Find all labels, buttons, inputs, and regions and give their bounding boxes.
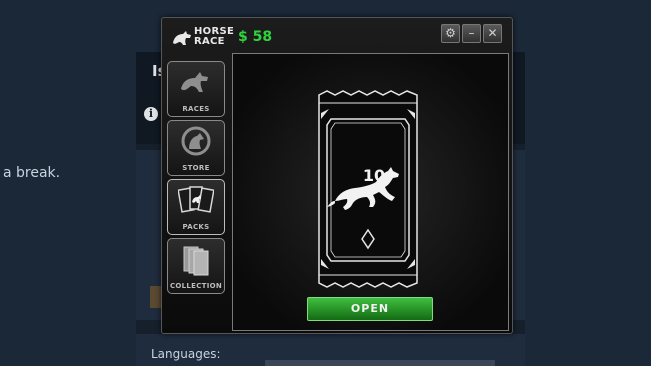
info-icon: i [144, 107, 158, 121]
card-pack[interactable] [313, 89, 423, 289]
languages-label: Languages: [151, 347, 221, 361]
languages-list [265, 360, 495, 366]
collection-icon [183, 246, 209, 276]
sidebar-item-collection[interactable]: COLLECTION [167, 238, 225, 294]
open-pack-button[interactable]: OPEN [307, 297, 433, 321]
sidebar-item-label: COLLECTION [169, 282, 223, 290]
minimize-icon[interactable]: – [462, 24, 481, 43]
money-balance: $ 58 [238, 29, 273, 45]
sidebar-item-store[interactable]: STORE [167, 120, 225, 176]
pack-display-area: 10 OPEN [232, 53, 509, 331]
pack-card-count: 10 [362, 166, 386, 185]
app-logo-text: HORSE RACE [194, 27, 234, 47]
close-icon[interactable]: ✕ [483, 24, 502, 43]
sidebar-item-races[interactable]: RACES [167, 61, 225, 117]
gear-icon[interactable]: ⚙ [441, 24, 460, 43]
packs-icon [178, 186, 214, 213]
sidebar-item-label: STORE [182, 164, 210, 172]
horse-icon [181, 72, 208, 92]
side-text: a break. [3, 165, 61, 181]
store-horse-badge-icon [181, 126, 211, 156]
sidebar-item-label: PACKS [182, 223, 210, 231]
sidebar-item-packs[interactable]: PACKS [167, 179, 225, 235]
app-name-line2: RACE [194, 36, 225, 47]
sidebar-item-label: RACES [182, 105, 210, 113]
game-window: HORSE RACE $ 58 ⚙ – ✕ RACES STORE PACKS [161, 17, 513, 334]
horse-logo-icon [173, 31, 191, 45]
